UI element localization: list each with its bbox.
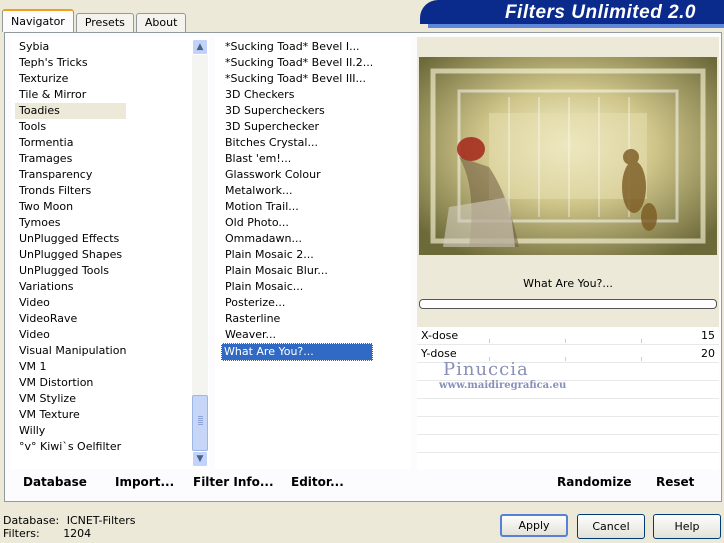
category-item[interactable]: Variations (15, 279, 126, 295)
filter-item[interactable]: Weaver... (221, 327, 373, 343)
category-item[interactable]: VM Stylize (15, 391, 126, 407)
database-button[interactable]: Database (23, 475, 87, 489)
param-value[interactable]: 20 (701, 345, 715, 362)
category-item[interactable]: VM Distortion (15, 375, 126, 391)
category-item[interactable]: Toadies (15, 103, 127, 119)
filters-info: Filters: 1204 (3, 527, 91, 540)
tab-navigator[interactable]: Navigator (2, 9, 74, 32)
category-item[interactable]: Two Moon (15, 199, 126, 215)
filter-item[interactable]: Rasterline (221, 311, 373, 327)
filter-item[interactable]: 3D Supercheckers (221, 103, 373, 119)
watermark-url: www.maidiregrafica.eu (439, 380, 567, 391)
watermark: Pinuccia www.maidiregrafica.eu (439, 359, 566, 391)
filter-item[interactable]: 3D Superchecker (221, 119, 373, 135)
param-value[interactable]: 15 (701, 327, 715, 344)
apply-button[interactable]: Apply (500, 514, 568, 537)
category-item[interactable]: UnPlugged Effects (15, 231, 126, 247)
app-title: Filters Unlimited 2.0 (504, 2, 696, 23)
filter-item[interactable]: Old Photo... (221, 215, 373, 231)
tab-presets[interactable]: Presets (75, 13, 134, 32)
filter-item[interactable]: *Sucking Toad* Bevel II.2... (221, 55, 373, 71)
filter-item[interactable]: Plain Mosaic Blur... (221, 263, 373, 279)
database-value: ICNET-Filters (66, 514, 136, 527)
cancel-button[interactable]: Cancel (577, 514, 645, 539)
filter-preview-image (419, 57, 717, 255)
category-item[interactable]: VideoRave (15, 311, 126, 327)
category-item[interactable]: VM Texture (15, 407, 126, 423)
randomize-button[interactable]: Randomize (557, 475, 631, 489)
scrollbar-thumb[interactable] (192, 395, 208, 451)
filter-list-pane: *Sucking Toad* Bevel I... *Sucking Toad* … (215, 37, 411, 469)
category-scrollbar[interactable]: ▲ ▼ (192, 39, 208, 467)
category-item[interactable]: Tormentia (15, 135, 126, 151)
filter-item[interactable]: *Sucking Toad* Bevel III... (221, 71, 373, 87)
category-item[interactable]: Tramages (15, 151, 126, 167)
category-item[interactable]: Tronds Filters (15, 183, 126, 199)
category-item[interactable]: UnPlugged Shapes (15, 247, 126, 263)
category-item[interactable]: Tymoes (15, 215, 126, 231)
filter-item[interactable]: Bitches Crystal... (221, 135, 373, 151)
tab-about[interactable]: About (135, 13, 187, 32)
category-item[interactable]: VM 1 (15, 359, 126, 375)
category-item[interactable]: Visual Manipulation (15, 343, 126, 359)
filter-list: *Sucking Toad* Bevel I... *Sucking Toad* … (221, 39, 374, 361)
filter-item[interactable]: Metalwork... (221, 183, 373, 199)
category-item[interactable]: Teph's Tricks (15, 55, 126, 71)
category-list-pane: Sybia Teph's Tricks Texturize Tile & Mirror… (11, 37, 209, 469)
filter-item[interactable]: 3D Checkers (221, 87, 373, 103)
main-panel: Sybia Teph's Tricks Texturize Tile & Mirror… (4, 32, 722, 502)
category-item[interactable]: Tile & Mirror (15, 87, 126, 103)
database-info: Database: ICNET-Filters (3, 514, 135, 527)
category-item[interactable]: Transparency (15, 167, 126, 183)
import-button[interactable]: Import... (115, 475, 174, 489)
category-item[interactable]: Willy (15, 423, 126, 439)
watermark-name: Pinuccia (443, 359, 529, 380)
category-item[interactable]: Sybia (15, 39, 126, 55)
category-item[interactable]: Texturize (15, 71, 126, 87)
filters-count: 1204 (63, 527, 92, 540)
database-label: Database: (3, 514, 60, 527)
preview-panel: What Are You?... X-dose 15 Y-dose 20 (417, 37, 719, 469)
category-item[interactable]: °v° Kiwi`s Oelfilter (15, 439, 126, 455)
filter-info-button[interactable]: Filter Info... (193, 475, 274, 489)
filter-item[interactable]: Plain Mosaic 2... (221, 247, 373, 263)
filter-item[interactable]: Motion Trail... (221, 199, 373, 215)
category-list: Sybia Teph's Tricks Texturize Tile & Mirror… (15, 39, 127, 455)
scroll-down-icon[interactable]: ▼ (192, 451, 208, 467)
editor-button[interactable]: Editor... (291, 475, 344, 489)
filters-label: Filters: (3, 527, 40, 540)
filter-item[interactable]: Posterize... (221, 295, 373, 311)
filter-item[interactable]: Glasswork Colour (221, 167, 373, 183)
help-button[interactable]: Help (653, 514, 721, 539)
category-item[interactable]: Tools (15, 119, 126, 135)
filter-item[interactable]: What Are You?... (221, 343, 374, 361)
category-item[interactable]: Video (15, 327, 126, 343)
param-label: X-dose (421, 329, 459, 342)
reset-button[interactable]: Reset (656, 475, 694, 489)
progress-bar (419, 299, 717, 309)
title-banner: Filters Unlimited 2.0 (420, 0, 724, 28)
preview-filter-name: What Are You?... (523, 277, 613, 290)
category-item[interactable]: UnPlugged Tools (15, 263, 126, 279)
param-row-x-dose[interactable]: X-dose 15 (417, 327, 719, 345)
filter-item[interactable]: *Sucking Toad* Bevel I... (221, 39, 373, 55)
scroll-up-icon[interactable]: ▲ (192, 39, 208, 55)
filter-item[interactable]: Ommadawn... (221, 231, 373, 247)
filter-item[interactable]: Plain Mosaic... (221, 279, 373, 295)
filter-item[interactable]: Blast 'em!... (221, 151, 373, 167)
tab-strip: Navigator Presets About (2, 9, 188, 32)
parameter-list: X-dose 15 Y-dose 20 (417, 327, 719, 469)
category-item[interactable]: Video (15, 295, 126, 311)
